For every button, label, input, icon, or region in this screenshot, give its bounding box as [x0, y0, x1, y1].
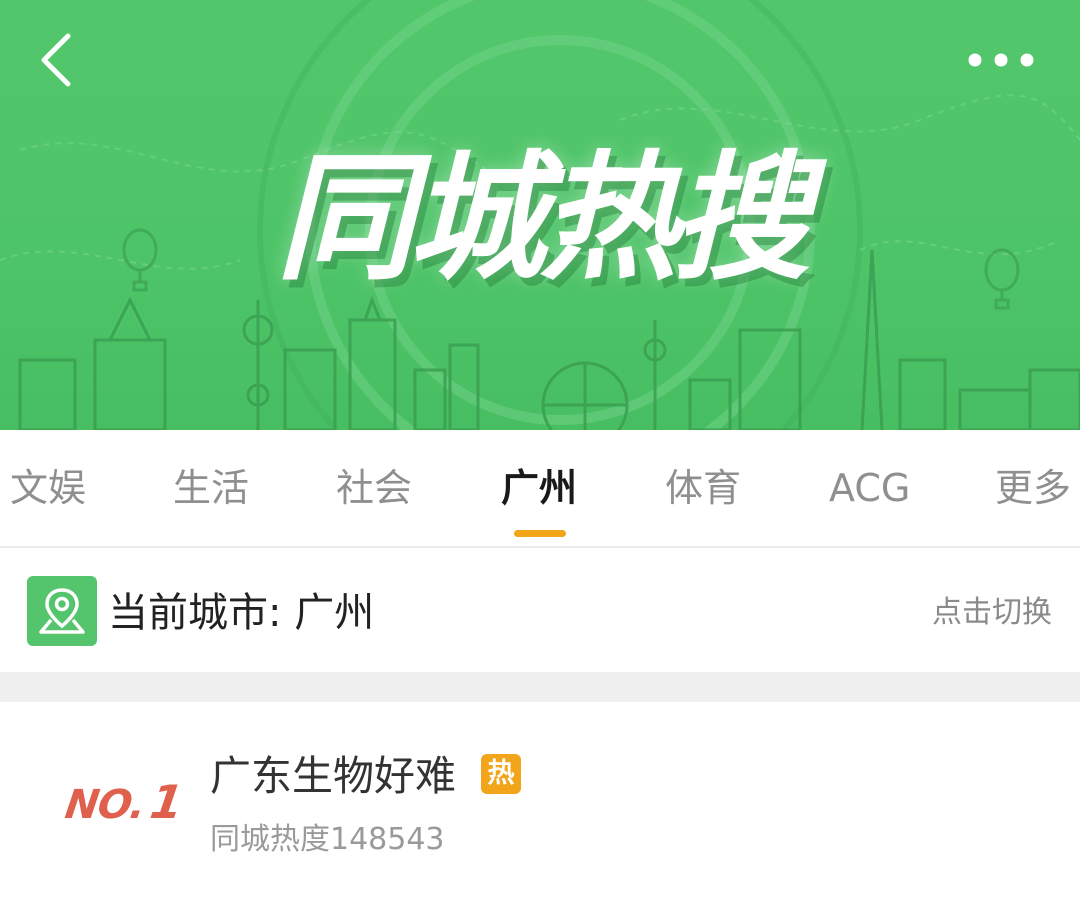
- tab-sports[interactable]: 体育: [665, 430, 741, 546]
- hot-badge: 热: [481, 754, 521, 794]
- back-button[interactable]: [30, 28, 90, 92]
- tab-more[interactable]: 更多: [995, 430, 1071, 546]
- tab-entertainment[interactable]: 文娱: [10, 430, 86, 546]
- chevron-left-icon: [41, 33, 71, 87]
- rank-prefix: NO.: [62, 782, 148, 828]
- item-heat: 同城热度148543: [210, 822, 445, 857]
- current-city-row: 当前城市: 广州 点击切换: [0, 548, 1080, 672]
- more-button[interactable]: [960, 42, 1042, 78]
- tab-life[interactable]: 生活: [173, 430, 249, 546]
- tab-acg[interactable]: ACG: [829, 430, 910, 546]
- current-city-label: 当前城市: 广州: [108, 590, 375, 636]
- active-tab-indicator: [514, 530, 566, 537]
- tab-society[interactable]: 社会: [336, 430, 412, 546]
- item-title: 广东生物好难: [210, 752, 456, 800]
- rank-label: NO.1: [62, 772, 186, 832]
- banner: 同城热搜: [0, 0, 1080, 430]
- section-divider: [0, 672, 1080, 702]
- banner-title: 同城热搜: [275, 138, 810, 299]
- location-pin-icon: [27, 576, 97, 646]
- rank-number: 1: [147, 775, 186, 829]
- list-item[interactable]: NO.1 广东生物好难 热 同城热度148543: [0, 702, 1080, 911]
- switch-city-button[interactable]: 点击切换: [932, 578, 1052, 648]
- more-horizontal-icon: [968, 53, 1034, 67]
- tab-guangzhou[interactable]: 广州: [501, 430, 577, 546]
